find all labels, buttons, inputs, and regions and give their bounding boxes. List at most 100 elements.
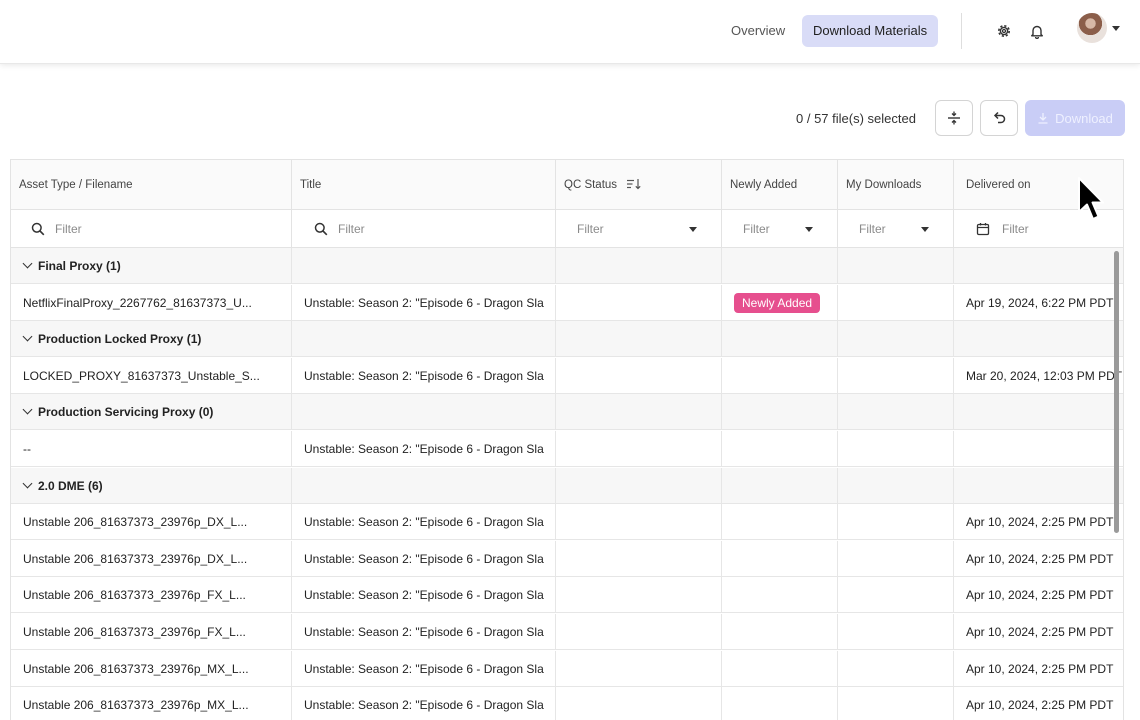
table-row[interactable]: Unstable 206_81637373_23976p_DX_L... Unst…: [11, 504, 1123, 541]
group-row[interactable]: 2.0 DME (6): [11, 467, 1123, 504]
cell-qc: [556, 540, 722, 577]
table-row[interactable]: Unstable 206_81637373_23976p_MX_L... Unst…: [11, 650, 1123, 687]
my-downloads-filter-select[interactable]: Filter: [838, 210, 954, 248]
table-header: Asset Type / Filename Title QC Status Ne…: [11, 160, 1123, 210]
cell-newly: [722, 577, 838, 614]
chevron-down-icon: [921, 227, 929, 232]
undo-icon: [993, 111, 1006, 124]
asset-filter-input[interactable]: Filter: [11, 210, 292, 248]
cell-delivered: Apr 10, 2024, 2:25 PM PDT: [966, 625, 1114, 639]
sort-icon: [627, 179, 641, 190]
download-button[interactable]: Download: [1025, 100, 1125, 136]
search-icon: [314, 222, 328, 236]
group-cell-title: [292, 394, 556, 431]
vertical-scrollbar[interactable]: [1114, 251, 1119, 533]
table-row[interactable]: Unstable 206_81637373_23976p_MX_L... Unst…: [11, 687, 1123, 720]
qc-filter-placeholder: Filter: [577, 222, 604, 236]
avatar[interactable]: [1077, 13, 1107, 43]
cell-newly: [722, 504, 838, 541]
cell-title: Unstable: Season 2: "Episode 6 - Dragon …: [292, 504, 556, 541]
cell-newly: [722, 614, 838, 650]
cell-mydl: [838, 614, 954, 650]
column-header-my-downloads[interactable]: My Downloads: [838, 160, 954, 210]
group-label: Final Proxy (1): [38, 259, 121, 273]
cell-newly: [722, 357, 838, 394]
delivered-filter-placeholder: Filter: [1002, 222, 1029, 236]
cell-asset: Unstable 206_81637373_23976p_DX_L...: [11, 504, 292, 541]
group-cell-mydl: [838, 467, 954, 504]
cell-newly: [722, 431, 838, 467]
cell-title: Unstable: Season 2: "Episode 6 - Dragon …: [292, 687, 556, 720]
nav-download-materials[interactable]: Download Materials: [802, 15, 939, 47]
chevron-down-icon[interactable]: [22, 478, 33, 489]
table-row[interactable]: -- Unstable: Season 2: "Episode 6 - Drago…: [11, 431, 1123, 467]
table-row[interactable]: LOCKED_PROXY_81637373_Unstable_S... Unsta…: [11, 357, 1123, 394]
chevron-down-icon[interactable]: [22, 404, 33, 415]
group-cell-mydl: [838, 394, 954, 431]
group-cell-newly: [722, 321, 838, 358]
cell-title: Unstable: Season 2: "Episode 6 - Dragon …: [292, 540, 556, 577]
table-row[interactable]: NetflixFinalProxy_2267762_81637373_U... U…: [11, 284, 1123, 321]
group-cell-qc: [556, 467, 722, 504]
group-cell-mydl: [838, 248, 954, 284]
cell-delivered: Mar 20, 2024, 12:03 PM PDT: [966, 368, 1123, 383]
undo-button[interactable]: [980, 100, 1018, 136]
cell-delivered: [954, 431, 1123, 467]
group-row[interactable]: Production Servicing Proxy (0): [11, 394, 1123, 431]
cell-mydl: [838, 687, 954, 720]
bell-icon[interactable]: [1026, 20, 1048, 42]
group-cell-qc: [556, 321, 722, 358]
cell-qc: [556, 431, 722, 467]
group-label: 2.0 DME (6): [38, 478, 103, 493]
cell-qc: [556, 577, 722, 614]
table-row[interactable]: Unstable 206_81637373_23976p_DX_L... Unst…: [11, 540, 1123, 577]
group-cell-asset: Final Proxy (1): [11, 248, 292, 284]
collapse-rows-button[interactable]: [935, 100, 973, 136]
cell-title: Unstable: Season 2: "Episode 6 - Dragon …: [292, 431, 556, 467]
qc-status-filter-select[interactable]: Filter: [556, 210, 722, 248]
chevron-down-icon[interactable]: [22, 258, 33, 269]
cell-mydl: [838, 577, 954, 614]
cell-mydl: [838, 504, 954, 541]
column-header-title[interactable]: Title: [292, 160, 556, 210]
cell-title: Unstable: Season 2: "Episode 6 - Dragon …: [292, 614, 556, 650]
group-cell-title: [292, 248, 556, 284]
cell-qc: [556, 504, 722, 541]
cell-asset: NetflixFinalProxy_2267762_81637373_U...: [11, 284, 292, 321]
group-label: Production Servicing Proxy (0): [38, 405, 214, 420]
title-filter-placeholder: Filter: [338, 222, 365, 236]
column-header-qc-status[interactable]: QC Status: [556, 160, 722, 210]
column-header-asset[interactable]: Asset Type / Filename: [11, 160, 292, 210]
cell-mydl: [838, 357, 954, 394]
cell-qc: [556, 284, 722, 321]
newly-added-filter-select[interactable]: Filter: [722, 210, 838, 248]
title-filter-input[interactable]: Filter: [292, 210, 556, 248]
mydl-filter-placeholder: Filter: [859, 222, 886, 236]
chevron-down-icon[interactable]: [22, 331, 33, 342]
group-row[interactable]: Production Locked Proxy (1): [11, 321, 1123, 358]
calendar-icon: [976, 223, 990, 236]
gear-icon[interactable]: [993, 20, 1015, 42]
group-cell-delivered: [954, 321, 1123, 357]
group-cell-delivered: [954, 394, 1123, 430]
nav-overview[interactable]: Overview: [720, 15, 796, 47]
table-row[interactable]: Unstable 206_81637373_23976p_FX_L... Unst…: [11, 614, 1123, 650]
group-cell-title: [292, 467, 556, 504]
cell-newly: [722, 687, 838, 720]
group-cell-qc: [556, 394, 722, 431]
column-header-newly-added[interactable]: Newly Added: [722, 160, 838, 210]
group-cell-newly: [722, 394, 838, 431]
cell-newly: [722, 540, 838, 577]
download-icon: [1038, 113, 1048, 124]
cell-delivered: Apr 10, 2024, 2:25 PM PDT: [966, 551, 1114, 566]
group-cell-title: [292, 321, 556, 358]
cell-delivered: Apr 10, 2024, 2:25 PM PDT: [966, 515, 1114, 530]
group-row[interactable]: Final Proxy (1): [11, 248, 1123, 284]
table-row[interactable]: Unstable 206_81637373_23976p_FX_L... Unst…: [11, 577, 1123, 614]
search-icon: [31, 222, 45, 236]
cell-delivered: Apr 10, 2024, 2:25 PM PDT: [966, 698, 1114, 713]
cell-asset: Unstable 206_81637373_23976p_MX_L...: [11, 650, 292, 687]
cell-qc: [556, 687, 722, 720]
top-navigation-bar: Overview Download Materials: [0, 0, 1140, 64]
chevron-down-icon[interactable]: [1112, 26, 1120, 31]
